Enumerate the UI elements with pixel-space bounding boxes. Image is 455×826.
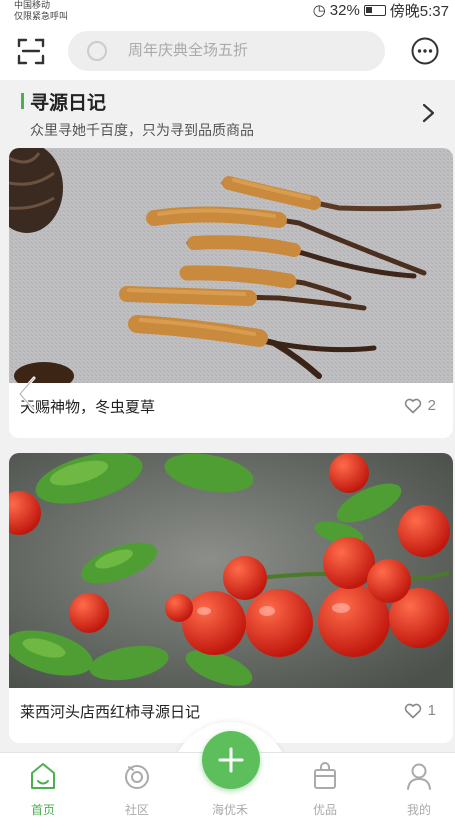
section-header[interactable]: 寻源日记 众里寻她千百度，只为寻到品质商品 xyxy=(0,86,455,144)
plus-icon xyxy=(218,747,244,773)
tab-label: 社区 xyxy=(124,803,149,817)
scan-icon[interactable] xyxy=(16,36,46,66)
status-bar: 中国移动 仅限紧急呼叫 ◷ 32% 傍晚5:37 xyxy=(0,0,455,22)
heart-icon xyxy=(404,703,421,718)
emergency-only: 仅限紧急呼叫 xyxy=(14,11,69,21)
cordyceps-image xyxy=(9,148,453,383)
tab-label: 首页 xyxy=(30,803,55,817)
section-title: 寻源日记 xyxy=(30,93,107,114)
search-icon xyxy=(87,41,107,61)
battery-percent: 32% xyxy=(329,1,360,19)
user-icon xyxy=(407,763,431,790)
tab-community[interactable]: 社区 xyxy=(102,753,172,826)
chevron-right-icon[interactable] xyxy=(420,102,438,124)
like-button[interactable]: 1 xyxy=(404,702,436,719)
carrier-name: 中国移动 xyxy=(14,0,51,10)
tab-products[interactable]: 优品 xyxy=(290,753,360,826)
section-subtitle: 众里寻她千百度，只为寻到品质商品 xyxy=(30,122,254,138)
heart-icon xyxy=(404,398,421,413)
section-accent-bar xyxy=(21,93,24,109)
like-button[interactable]: 2 xyxy=(404,397,436,414)
search-input[interactable]: 周年庆典全场五折 xyxy=(68,31,385,71)
battery-icon xyxy=(363,4,386,16)
chevron-left-icon[interactable] xyxy=(16,374,38,414)
like-count: 2 xyxy=(427,397,436,414)
like-count: 1 xyxy=(427,702,436,719)
top-header: 周年庆典全场五折 xyxy=(0,22,455,80)
card-title: 莱西河头店西红柿寻源日记 xyxy=(20,704,201,721)
alarm-icon: ◷ xyxy=(312,2,326,19)
tab-label: 海优禾 xyxy=(211,803,248,817)
card-title: 天赐神物，冬虫夏草 xyxy=(20,399,156,416)
tomato-image xyxy=(9,453,453,688)
article-card[interactable]: 天赐神物，冬虫夏草 2 xyxy=(9,148,453,438)
tab-home[interactable]: 首页 xyxy=(8,753,78,826)
tab-mine[interactable]: 我的 xyxy=(384,753,454,826)
status-right: ◷ 32% 傍晚5:37 xyxy=(313,0,449,20)
clock: 傍晚5:37 xyxy=(389,2,449,20)
tab-label: 优品 xyxy=(312,803,337,817)
add-button[interactable] xyxy=(202,731,260,789)
community-icon xyxy=(125,765,149,789)
carrier-info: 中国移动 仅限紧急呼叫 xyxy=(14,0,68,22)
tab-label: 我的 xyxy=(406,803,431,817)
shopping-bag-icon xyxy=(314,762,336,789)
home-icon xyxy=(31,763,55,789)
article-card[interactable]: 莱西河头店西红柿寻源日记 1 xyxy=(9,453,453,743)
message-icon[interactable] xyxy=(410,36,440,66)
search-placeholder: 周年庆典全场五折 xyxy=(128,42,249,59)
